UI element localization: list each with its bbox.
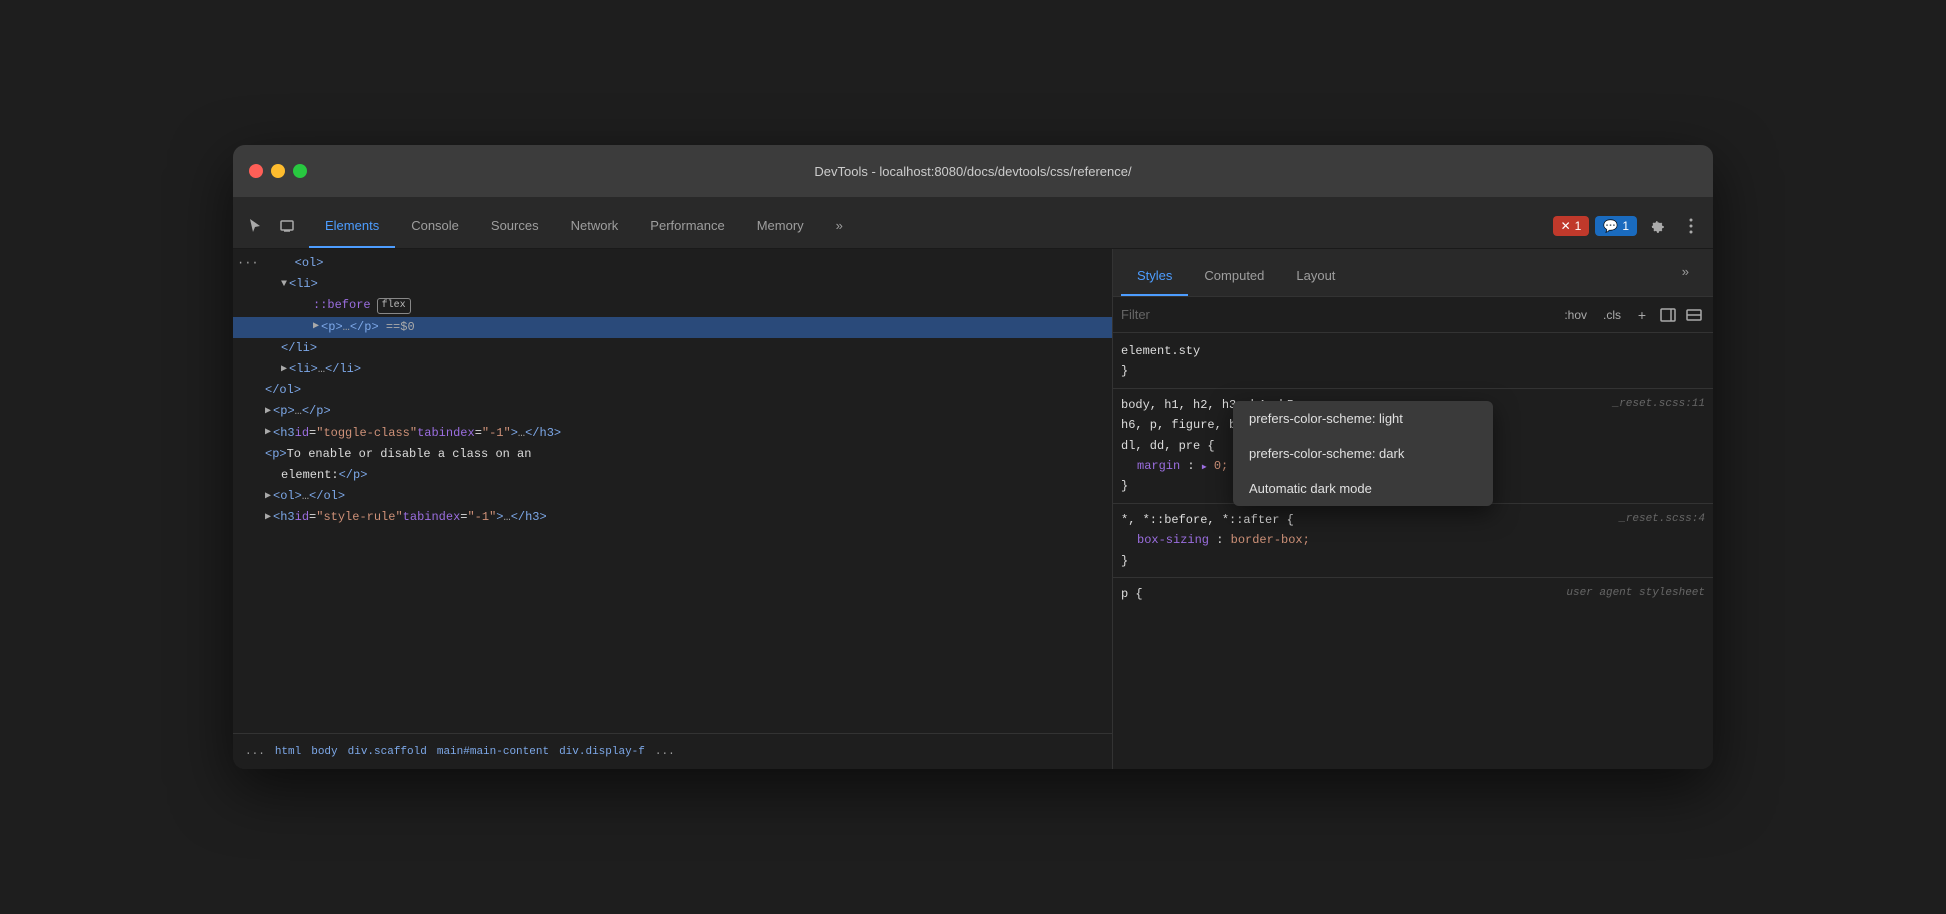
dom-line: ▶ <li> … </li> — [233, 359, 1112, 380]
expand-arrow[interactable]: ▶ — [265, 425, 271, 441]
cls-button[interactable]: .cls — [1597, 306, 1627, 324]
error-badge[interactable]: ✕ 1 — [1553, 216, 1590, 236]
breadcrumb: ... html body div.scaffold main#main-con… — [233, 733, 1112, 769]
subtab-styles[interactable]: Styles — [1121, 256, 1188, 296]
tab-network[interactable]: Network — [555, 204, 635, 248]
tab-more[interactable]: » — [820, 204, 859, 248]
subtab-computed[interactable]: Computed — [1188, 256, 1280, 296]
window-title: DevTools - localhost:8080/docs/devtools/… — [814, 164, 1131, 179]
dom-tree[interactable]: ··· <ol> ▼ <li> ::before flex — [233, 249, 1112, 733]
traffic-lights — [249, 164, 307, 178]
filter-buttons: :hov .cls + — [1558, 304, 1705, 326]
toggle-sidebar-button[interactable] — [1657, 304, 1679, 326]
expand-arrow[interactable]: ▶ — [281, 362, 287, 378]
subtab-layout[interactable]: Layout — [1280, 256, 1351, 296]
info-icon: 💬 — [1603, 219, 1618, 233]
dom-line: ::before flex — [233, 295, 1112, 316]
breadcrumb-dots[interactable]: ... — [241, 744, 269, 760]
filter-input[interactable] — [1121, 307, 1550, 322]
tab-console[interactable]: Console — [395, 204, 475, 248]
flex-badge[interactable]: flex — [377, 298, 411, 314]
style-rule: p { user agent stylesheet — [1113, 580, 1713, 608]
tab-performance[interactable]: Performance — [634, 204, 740, 248]
expand-arrow[interactable]: ▶ — [313, 319, 319, 335]
minimize-button[interactable] — [271, 164, 285, 178]
dom-line: ▶ <ol> … </ol> — [233, 486, 1112, 507]
dom-dots: ··· — [233, 254, 263, 273]
maximize-button[interactable] — [293, 164, 307, 178]
toggle-device-button[interactable] — [1683, 304, 1705, 326]
styles-content[interactable]: element.sty } body, h1, h2, h3, h4, h5, … — [1113, 333, 1713, 769]
main-tabs: Elements Console Sources Network Perform… — [309, 204, 1553, 248]
style-rule: *, *::before, *::after { _reset.scss:4 b… — [1113, 506, 1713, 575]
dom-line: ▼ <li> — [233, 274, 1112, 295]
expand-arrow[interactable]: ▶ — [265, 404, 271, 420]
device-icon[interactable] — [273, 212, 301, 240]
dom-line: </li> — [233, 338, 1112, 359]
dom-line: ▶ <h3 id="style-rule" tabindex="-1" > … … — [233, 507, 1112, 528]
tab-memory[interactable]: Memory — [741, 204, 820, 248]
breadcrumb-body[interactable]: body — [307, 744, 341, 760]
expand-arrow[interactable]: ▶ — [265, 489, 271, 505]
breadcrumb-html[interactable]: html — [271, 744, 305, 760]
filter-bar: :hov .cls + — [1113, 297, 1713, 333]
dom-line: ▶ <h3 id="toggle-class" tabindex="-1" > … — [233, 423, 1112, 444]
tabbar: Elements Console Sources Network Perform… — [233, 197, 1713, 249]
style-rule: element.sty } — [1113, 337, 1713, 386]
add-style-button[interactable]: + — [1631, 304, 1653, 326]
dom-line: ··· <ol> — [233, 253, 1112, 274]
tabbar-actions: ✕ 1 💬 1 — [1553, 212, 1705, 248]
styles-panel: Styles Computed Layout » :hov — [1113, 249, 1713, 769]
breadcrumb-div-display[interactable]: div.display-f — [555, 744, 649, 760]
expand-arrow[interactable]: ▶ — [265, 510, 271, 526]
dropdown-item-auto[interactable]: Automatic dark mode — [1233, 471, 1493, 506]
color-scheme-dropdown[interactable]: prefers-color-scheme: light prefers-colo… — [1233, 401, 1493, 506]
dropdown-item-dark[interactable]: prefers-color-scheme: dark — [1233, 436, 1493, 471]
dom-line: </ol> — [233, 380, 1112, 401]
breadcrumb-div-scaffold[interactable]: div.scaffold — [344, 744, 431, 760]
error-count: 1 — [1575, 219, 1582, 233]
breadcrumb-main[interactable]: main#main-content — [433, 744, 553, 760]
breadcrumb-end-dots[interactable]: ... — [651, 744, 679, 760]
dom-panel: ··· <ol> ▼ <li> ::before flex — [233, 249, 1113, 769]
settings-button[interactable] — [1643, 212, 1671, 240]
dom-line: <p> To enable or disable a class on an — [233, 444, 1112, 465]
tab-elements[interactable]: Elements — [309, 204, 395, 248]
dom-line: ▶ <p> … </p> — [233, 401, 1112, 422]
dropdown-item-light[interactable]: prefers-color-scheme: light — [1233, 401, 1493, 436]
subtab-more[interactable]: » — [1666, 256, 1705, 296]
main-content: ··· <ol> ▼ <li> ::before flex — [233, 249, 1713, 769]
tab-sources[interactable]: Sources — [475, 204, 555, 248]
tabbar-tools — [241, 212, 301, 248]
devtools-window: DevTools - localhost:8080/docs/devtools/… — [233, 145, 1713, 769]
info-count: 1 — [1622, 219, 1629, 233]
ellipsis-button[interactable] — [1677, 212, 1705, 240]
close-button[interactable] — [249, 164, 263, 178]
error-icon: ✕ — [1561, 219, 1571, 233]
cursor-icon[interactable] — [241, 212, 269, 240]
subtabs: Styles Computed Layout » — [1113, 249, 1713, 297]
info-badge[interactable]: 💬 1 — [1595, 216, 1637, 236]
dom-line-selected[interactable]: ▶ <p> … </p> == $0 — [233, 317, 1112, 338]
titlebar: DevTools - localhost:8080/docs/devtools/… — [233, 145, 1713, 197]
dom-line: element: </p> — [233, 465, 1112, 486]
hov-button[interactable]: :hov — [1558, 306, 1593, 324]
expand-arrow[interactable]: ▼ — [281, 277, 287, 293]
